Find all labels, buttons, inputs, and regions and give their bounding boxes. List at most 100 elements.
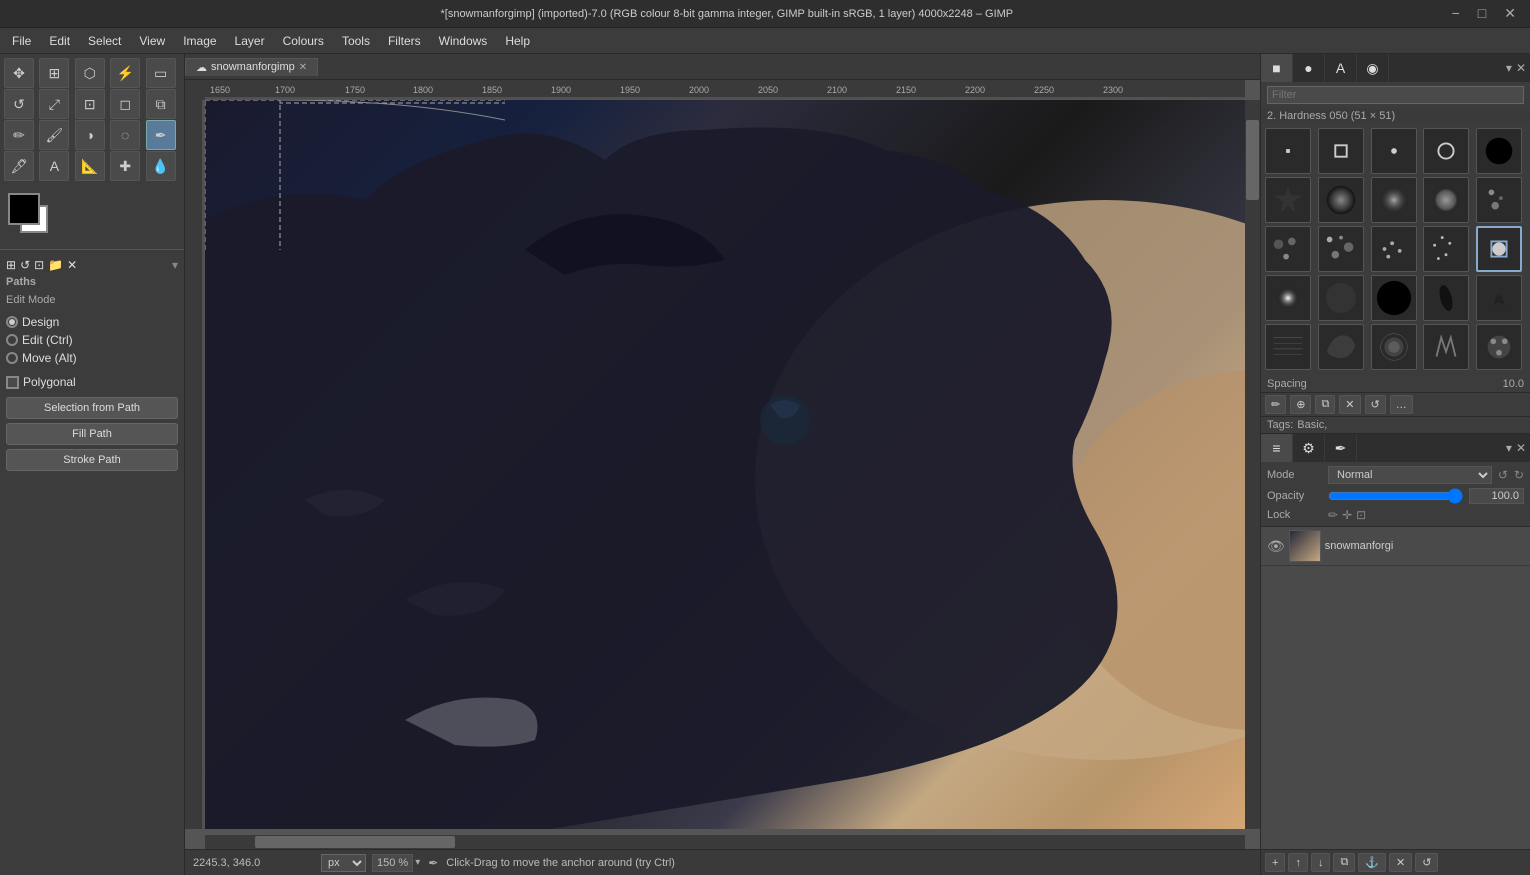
undo-icon[interactable]: ↺ xyxy=(1498,468,1508,482)
vscrollbar[interactable] xyxy=(1245,100,1260,829)
menubar-item-edit[interactable]: Edit xyxy=(41,32,78,50)
opacity-slider[interactable] xyxy=(1328,488,1463,504)
brush-edit-btn[interactable]: ✏ xyxy=(1265,395,1286,414)
selection-from-path-button[interactable]: Selection from Path xyxy=(6,397,178,419)
layer-eye-icon[interactable]: 👁 xyxy=(1267,538,1285,555)
brush-item-b7[interactable] xyxy=(1318,177,1364,223)
brush-item-b21[interactable] xyxy=(1265,324,1311,370)
stroke-path-button[interactable]: Stroke Path xyxy=(6,449,178,471)
brush-item-b20[interactable] xyxy=(1476,275,1522,321)
paintbrush-tool[interactable]: 🖌 xyxy=(39,120,69,150)
layers-tab-paths[interactable]: ✒ xyxy=(1325,434,1357,462)
layer-lower-button[interactable]: ↓ xyxy=(1311,853,1331,872)
brush-item-b16[interactable] xyxy=(1265,275,1311,321)
layers-tab-channels[interactable]: ⚙ xyxy=(1293,434,1325,462)
menubar-item-colours[interactable]: Colours xyxy=(275,32,332,50)
path-tool[interactable]: ✒ xyxy=(146,120,176,150)
heal-tool[interactable]: ✚ xyxy=(110,151,140,181)
unit-select[interactable]: px in mm xyxy=(321,854,366,872)
panel-menu-btn[interactable]: ▾ xyxy=(1506,61,1512,75)
minimize-button[interactable]: − xyxy=(1446,5,1466,22)
radio-move[interactable]: Move (Alt) xyxy=(6,349,178,367)
brush-item-b15[interactable] xyxy=(1476,226,1522,272)
rect-select-tool[interactable]: ▭ xyxy=(146,58,176,88)
brush-new-btn[interactable]: ⊕ xyxy=(1290,395,1311,414)
brush-item-b25[interactable] xyxy=(1476,324,1522,370)
brush-item-b4[interactable] xyxy=(1423,128,1469,174)
brush-item-b11[interactable] xyxy=(1265,226,1311,272)
brush-item-b5[interactable] xyxy=(1476,128,1522,174)
brush-item-b13[interactable] xyxy=(1371,226,1417,272)
brush-item-b2[interactable] xyxy=(1318,128,1364,174)
brush-item-b24[interactable] xyxy=(1423,324,1469,370)
layers-menu-btn[interactable]: ▾ xyxy=(1506,441,1512,455)
brush-duplicate-btn[interactable]: ⧉ xyxy=(1315,395,1335,414)
transform-tool[interactable]: ↺ xyxy=(4,89,34,119)
align-tool[interactable]: ⊞ xyxy=(39,58,69,88)
layers-close-btn[interactable]: ✕ xyxy=(1516,441,1526,455)
brush-item-b22[interactable] xyxy=(1318,324,1364,370)
eraser-tool[interactable]: ◻ xyxy=(110,89,140,119)
brush-item-b17[interactable] xyxy=(1318,275,1364,321)
menubar-item-help[interactable]: Help xyxy=(497,32,538,50)
blur-tool[interactable]: ◌ xyxy=(110,120,140,150)
brush-item-b18[interactable] xyxy=(1371,275,1417,321)
menubar-item-file[interactable]: File xyxy=(4,32,39,50)
menubar-item-select[interactable]: Select xyxy=(80,32,129,50)
menubar-item-image[interactable]: Image xyxy=(175,32,224,50)
brush-item-b8[interactable] xyxy=(1371,177,1417,223)
clone-tool[interactable]: ⧉ xyxy=(146,89,176,119)
panel-close-btn[interactable]: ✕ xyxy=(1516,61,1526,75)
close-button[interactable]: ✕ xyxy=(1498,5,1522,22)
redo-icon[interactable]: ↻ xyxy=(1514,468,1524,482)
brush-item-b6[interactable] xyxy=(1265,177,1311,223)
layers-tab-layers[interactable]: ≡ xyxy=(1261,434,1293,462)
radio-design[interactable]: Design xyxy=(6,313,178,331)
maximize-button[interactable]: □ xyxy=(1472,5,1492,22)
zoom-chevron[interactable]: ▾ xyxy=(415,857,420,868)
mode-select[interactable]: Normal Multiply Screen xyxy=(1328,466,1492,484)
layer-delete-button[interactable]: ✕ xyxy=(1389,853,1412,872)
brush-item-b9[interactable] xyxy=(1423,177,1469,223)
menubar-item-layer[interactable]: Layer xyxy=(227,32,273,50)
canvas-content[interactable] xyxy=(205,100,1245,829)
brush-item-b10[interactable] xyxy=(1476,177,1522,223)
layer-duplicate-button[interactable]: ⧉ xyxy=(1333,853,1355,872)
scale-tool[interactable]: ⤢ xyxy=(39,89,69,119)
polygonal-checkbox[interactable]: Polygonal xyxy=(6,375,178,389)
vscrollbar-thumb[interactable] xyxy=(1246,120,1259,200)
ink-tool[interactable]: 🖋 xyxy=(4,151,34,181)
layer-item[interactable]: 👁 snowmanforgi xyxy=(1261,527,1530,566)
brush-item-b3[interactable] xyxy=(1371,128,1417,174)
foreground-color-swatch[interactable] xyxy=(8,193,40,225)
brush-more-btn[interactable]: … xyxy=(1390,395,1413,414)
layer-reset-button[interactable]: ↺ xyxy=(1415,853,1438,872)
menubar-item-windows[interactable]: Windows xyxy=(431,32,496,50)
brush-item-b1[interactable] xyxy=(1265,128,1311,174)
brush-filter-input[interactable] xyxy=(1267,86,1524,104)
canvas-tab-close[interactable]: ✕ xyxy=(299,62,307,73)
brush-tab-patterns[interactable]: ■ xyxy=(1261,54,1293,82)
hscrollbar[interactable] xyxy=(205,835,1245,849)
menubar-item-filters[interactable]: Filters xyxy=(380,32,429,50)
brush-item-b19[interactable] xyxy=(1423,275,1469,321)
layer-anchor-button[interactable]: ⚓ xyxy=(1358,853,1386,872)
brush-item-b12[interactable] xyxy=(1318,226,1364,272)
fuzzy-select-tool[interactable]: ⚡ xyxy=(110,58,140,88)
brush-item-b23[interactable] xyxy=(1371,324,1417,370)
lock-position-icon[interactable]: ✛ xyxy=(1342,508,1352,522)
text-tool[interactable]: A xyxy=(39,151,69,181)
brush-delete-btn[interactable]: ✕ xyxy=(1339,395,1360,414)
radio-edit[interactable]: Edit (Ctrl) xyxy=(6,331,178,349)
canvas-tab[interactable]: ☁ snowmanforgimp ✕ xyxy=(185,58,318,76)
brush-item-b14[interactable] xyxy=(1423,226,1469,272)
canvas-wrapper[interactable]: 1650 1700 1750 1800 1850 1900 1950 2000 … xyxy=(185,80,1260,849)
move-tool[interactable]: ✥ xyxy=(4,58,34,88)
lock-alpha-icon[interactable]: ⊡ xyxy=(1356,508,1366,522)
lock-pixels-icon[interactable]: ✏ xyxy=(1328,508,1338,522)
crop-tool[interactable]: ⊡ xyxy=(75,89,105,119)
free-select-tool[interactable]: ⬡ xyxy=(75,58,105,88)
pencil-tool[interactable]: ✏ xyxy=(4,120,34,150)
dodge-tool[interactable]: ◑ xyxy=(75,120,105,150)
layer-new-button[interactable]: + xyxy=(1265,853,1285,872)
